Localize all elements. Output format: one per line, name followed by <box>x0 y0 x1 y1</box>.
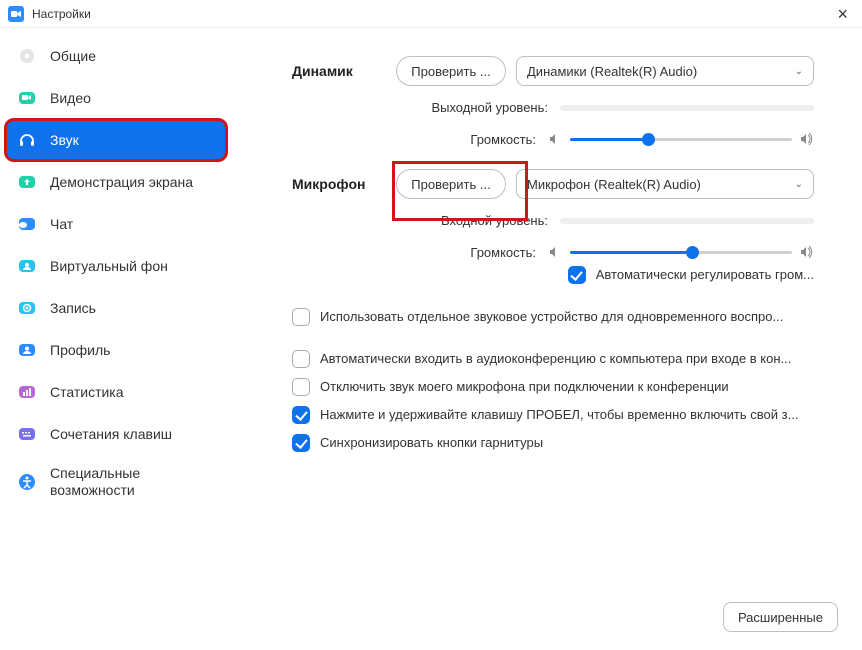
speaker-volume-slider[interactable] <box>570 129 792 149</box>
speaker-volume-label: Громкость: <box>470 132 536 147</box>
speaker-device-select[interactable]: Динамики (Realtek(R) Audio) ⌄ <box>516 56 814 86</box>
push-to-talk-label: Нажмите и удерживайте клавишу ПРОБЕЛ, чт… <box>320 406 814 424</box>
volume-high-icon <box>800 132 814 146</box>
share-screen-icon <box>16 171 38 193</box>
app-icon <box>8 6 24 22</box>
mute-on-join-label: Отключить звук моего микрофона при подкл… <box>320 378 814 396</box>
mic-section-label: Микрофон <box>292 176 396 192</box>
background-icon <box>16 255 38 277</box>
stats-icon <box>16 381 38 403</box>
speaker-test-button[interactable]: Проверить ... <box>396 56 506 86</box>
output-level-label: Выходной уровень: <box>431 100 548 115</box>
sidebar-item-general[interactable]: Общие <box>6 36 226 76</box>
sidebar-item-audio[interactable]: Звук <box>6 120 226 160</box>
sidebar-item-profile[interactable]: Профиль <box>6 330 226 370</box>
sidebar-item-label: Видео <box>50 90 91 107</box>
profile-icon <box>16 339 38 361</box>
sidebar-item-label: Специальные возможности <box>50 465 216 499</box>
speaker-section-label: Динамик <box>292 63 396 79</box>
mic-device-select[interactable]: Микрофон (Realtek(R) Audio) ⌄ <box>516 169 814 199</box>
window-title: Настройки <box>32 7 91 21</box>
separate-device-label: Использовать отдельное звуковое устройст… <box>320 308 814 326</box>
sidebar: Общие Видео Звук Демонстрация экрана Чат… <box>0 28 232 650</box>
chevron-down-icon: ⌄ <box>795 179 803 190</box>
speaker-device-value: Динамики (Realtek(R) Audio) <box>527 64 697 79</box>
auto-join-audio-checkbox[interactable] <box>292 350 310 368</box>
sidebar-item-label: Демонстрация экрана <box>50 174 193 191</box>
volume-high-icon <box>800 245 814 259</box>
sync-headset-label: Синхронизировать кнопки гарнитуры <box>320 434 814 452</box>
volume-low-icon <box>548 132 562 146</box>
sidebar-item-label: Чат <box>50 216 73 233</box>
auto-join-audio-label: Автоматически входить в аудиоконференцию… <box>320 350 814 368</box>
mic-test-button[interactable]: Проверить ... <box>396 169 506 199</box>
chevron-down-icon: ⌄ <box>795 66 803 77</box>
headphones-icon <box>16 129 38 151</box>
mute-on-join-checkbox[interactable] <box>292 378 310 396</box>
sync-headset-checkbox[interactable] <box>292 434 310 452</box>
chat-icon <box>16 213 38 235</box>
input-level-label: Входной уровень: <box>441 213 548 228</box>
auto-gain-label: Автоматически регулировать гром... <box>596 266 814 284</box>
sidebar-item-statistics[interactable]: Статистика <box>6 372 226 412</box>
sidebar-item-accessibility[interactable]: Специальные возможности <box>6 456 226 508</box>
video-icon <box>16 87 38 109</box>
sidebar-item-label: Запись <box>50 300 96 317</box>
volume-low-icon <box>548 245 562 259</box>
audio-settings-panel: Динамик Проверить ... Динамики (Realtek(… <box>232 28 862 650</box>
mic-volume-slider[interactable] <box>570 242 792 262</box>
sidebar-item-recording[interactable]: Запись <box>6 288 226 328</box>
sidebar-item-label: Общие <box>50 48 96 65</box>
sidebar-item-label: Сочетания клавиш <box>50 426 172 443</box>
mic-volume-label: Громкость: <box>470 245 536 260</box>
output-level-meter <box>560 105 814 111</box>
gear-icon <box>16 45 38 67</box>
sidebar-item-share[interactable]: Демонстрация экрана <box>6 162 226 202</box>
sidebar-item-shortcuts[interactable]: Сочетания клавиш <box>6 414 226 454</box>
sidebar-item-chat[interactable]: Чат <box>6 204 226 244</box>
close-icon[interactable]: × <box>831 5 854 23</box>
sidebar-item-label: Звук <box>50 132 79 149</box>
separate-device-checkbox[interactable] <box>292 308 310 326</box>
sidebar-item-video[interactable]: Видео <box>6 78 226 118</box>
push-to-talk-checkbox[interactable] <box>292 406 310 424</box>
record-icon <box>16 297 38 319</box>
sidebar-item-label: Виртуальный фон <box>50 258 168 275</box>
advanced-button[interactable]: Расширенные <box>723 602 838 632</box>
mic-device-value: Микрофон (Realtek(R) Audio) <box>527 177 701 192</box>
auto-gain-checkbox[interactable] <box>568 266 586 284</box>
sidebar-item-virtual-bg[interactable]: Виртуальный фон <box>6 246 226 286</box>
keyboard-icon <box>16 423 38 445</box>
sidebar-item-label: Статистика <box>50 384 124 401</box>
sidebar-item-label: Профиль <box>50 342 110 359</box>
input-level-meter <box>560 218 814 224</box>
accessibility-icon <box>16 471 38 493</box>
